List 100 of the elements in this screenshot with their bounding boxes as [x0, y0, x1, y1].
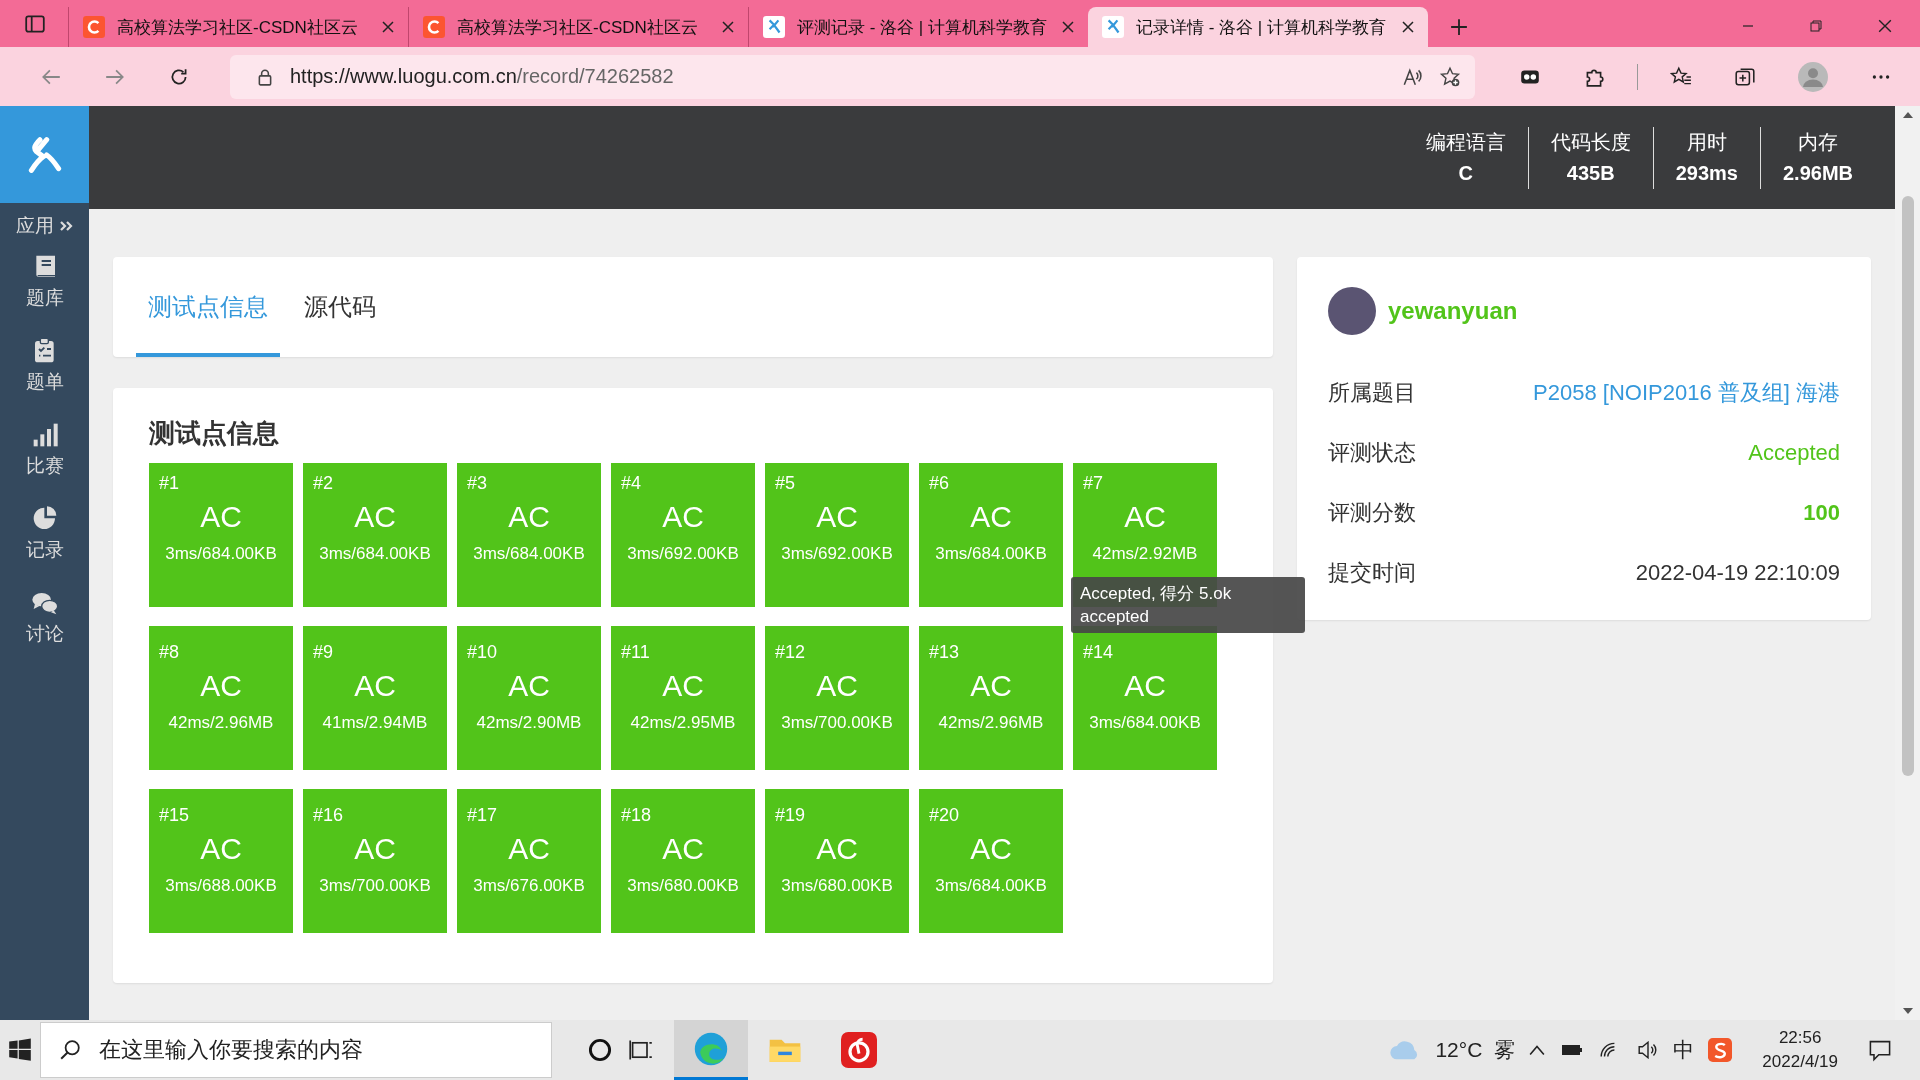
- browser-tab[interactable]: 记录详情 - 洛谷 | 计算机科学教育: [1088, 7, 1428, 47]
- testcase-tile[interactable]: #12 AC 3ms/700.00KB: [765, 626, 909, 770]
- testcase-status: AC: [661, 832, 705, 866]
- edge-browser-taskbar-icon[interactable]: [674, 1020, 748, 1080]
- restore-icon[interactable]: [1810, 20, 1822, 32]
- testcase-tile[interactable]: #1 AC 3ms/684.00KB: [149, 463, 293, 607]
- double-chevron-icon: [59, 220, 73, 232]
- testcase-status: AC: [661, 500, 705, 534]
- testcase-number: #8: [159, 642, 181, 663]
- testcase-number: #6: [929, 473, 951, 494]
- csdn-logo-icon: [423, 16, 445, 38]
- favorite-add-icon[interactable]: [1439, 65, 1461, 88]
- windows-start-icon[interactable]: [8, 1038, 32, 1062]
- testcase-tile[interactable]: #20 AC 3ms/684.00KB: [919, 789, 1063, 933]
- testcase-tile[interactable]: #15 AC 3ms/688.00KB: [149, 789, 293, 933]
- sidebar-item[interactable]: 题库: [25, 247, 64, 317]
- clock-date[interactable]: 2022/4/19: [1762, 1050, 1838, 1074]
- record-tab[interactable]: 源代码: [292, 291, 388, 357]
- scroll-down-icon[interactable]: [1902, 1008, 1913, 1014]
- testcase-status: AC: [507, 669, 551, 703]
- testcase-detail: 42ms/2.92MB: [1091, 544, 1199, 564]
- close-icon[interactable]: [1878, 19, 1892, 33]
- testcase-tile[interactable]: #18 AC 3ms/680.00KB: [611, 789, 755, 933]
- testcase-tile[interactable]: #19 AC 3ms/680.00KB: [765, 789, 909, 933]
- testcase-detail: 42ms/2.95MB: [629, 713, 737, 733]
- chevron-up-icon[interactable]: [1529, 1044, 1546, 1056]
- testcase-number: #13: [929, 642, 961, 663]
- testcase-number: #3: [467, 473, 489, 494]
- avatar[interactable]: [1328, 287, 1376, 335]
- testcase-number: #11: [621, 642, 651, 663]
- testcase-number: #17: [467, 805, 499, 826]
- testcase-tile[interactable]: #5 AC 3ms/692.00KB: [765, 463, 909, 607]
- testcase-number: #15: [159, 805, 191, 826]
- username-link[interactable]: yewanyuan: [1388, 297, 1518, 325]
- task-view-icon[interactable]: [628, 1038, 654, 1062]
- testcase-tile[interactable]: #3 AC 3ms/684.00KB: [457, 463, 601, 607]
- stat-value: 293ms: [1675, 160, 1738, 186]
- luogu-logo-icon: [27, 134, 62, 175]
- clock-time[interactable]: 22:56: [1778, 1026, 1822, 1050]
- notification-icon[interactable]: [1868, 1038, 1892, 1062]
- testcase-tile[interactable]: #2 AC 3ms/684.00KB: [303, 463, 447, 607]
- testcase-detail: 3ms/692.00KB: [626, 544, 740, 564]
- testcase-tile[interactable]: #11 AC 42ms/2.95MB: [611, 626, 755, 770]
- testcase-status: AC: [1123, 669, 1167, 703]
- logo-tile[interactable]: [0, 106, 89, 203]
- section-title: 测试点信息: [149, 417, 280, 450]
- tab-actions-icon[interactable]: [24, 13, 46, 35]
- testcase-detail: 3ms/684.00KB: [1088, 713, 1202, 733]
- new-tab-icon[interactable]: [1450, 18, 1468, 36]
- testcase-status: AC: [969, 500, 1013, 534]
- sidebar-item[interactable]: 记录: [25, 499, 64, 569]
- testcase-status: AC: [815, 669, 859, 703]
- testcase-detail: 42ms/2.96MB: [937, 713, 1045, 733]
- address-bar[interactable]: https://www.luogu.com.cn/record/74262582: [230, 54, 1475, 99]
- scrollbar[interactable]: [1895, 106, 1920, 1020]
- testcase-tile[interactable]: #9 AC 41ms/2.94MB: [303, 626, 447, 770]
- taskbar-search-field[interactable]: 在这里输入你要搜索的内容: [40, 1022, 552, 1078]
- stat-value: 2.96MB: [1782, 160, 1853, 186]
- testcase-detail: 3ms/680.00KB: [626, 876, 740, 896]
- testcase-number: #16: [313, 805, 345, 826]
- testcase-status: AC: [199, 832, 243, 866]
- scroll-up-icon[interactable]: [1902, 112, 1913, 118]
- temperature-text: 12°C: [1435, 1038, 1483, 1062]
- stat-value: 435B: [1566, 160, 1615, 186]
- testcase-status: AC: [969, 832, 1013, 866]
- sidebar-item[interactable]: 讨论: [25, 583, 64, 653]
- close-icon[interactable]: [1402, 21, 1414, 33]
- sidebar-item[interactable]: 题单: [25, 331, 64, 401]
- sidebar-item[interactable]: 比赛: [25, 415, 64, 485]
- testcase-number: #20: [929, 805, 961, 826]
- problem-link[interactable]: P2058 [NOIP2016 普及组] 海港: [1533, 378, 1840, 408]
- testcase-status: AC: [353, 832, 397, 866]
- testcase-tile[interactable]: #8 AC 42ms/2.96MB: [149, 626, 293, 770]
- testcase-tile[interactable]: #16 AC 3ms/700.00KB: [303, 789, 447, 933]
- scrollbar-thumb[interactable]: [1901, 196, 1914, 776]
- close-icon[interactable]: [382, 21, 394, 33]
- cortana-circle-icon[interactable]: [588, 1038, 612, 1062]
- close-icon[interactable]: [1062, 21, 1074, 33]
- testcase-detail: 3ms/684.00KB: [472, 544, 586, 564]
- record-tab[interactable]: 测试点信息: [136, 291, 280, 357]
- testcase-tile[interactable]: #10 AC 42ms/2.90MB: [457, 626, 601, 770]
- testcase-status: AC: [353, 669, 397, 703]
- csdn-logo-icon: [83, 16, 105, 38]
- testcase-number: #2: [313, 473, 335, 494]
- apps-menu[interactable]: 应用: [16, 213, 73, 239]
- testcase-detail: 3ms/692.00KB: [780, 544, 894, 564]
- stat-label: 编程语言: [1425, 129, 1506, 155]
- input-method-indicator[interactable]: 中: [1673, 1036, 1695, 1064]
- testcase-status: AC: [815, 832, 859, 866]
- sogou-ime-icon[interactable]: [1708, 1038, 1733, 1062]
- testcase-tile[interactable]: #13 AC 42ms/2.96MB: [919, 626, 1063, 770]
- testcase-tile[interactable]: #4 AC 3ms/692.00KB: [611, 463, 755, 607]
- testcase-tile[interactable]: #6 AC 3ms/684.00KB: [919, 463, 1063, 607]
- testcase-status: AC: [199, 500, 243, 534]
- testcase-tile[interactable]: #17 AC 3ms/676.00KB: [457, 789, 601, 933]
- testcase-number: #14: [1083, 642, 1115, 663]
- profile-avatar-icon[interactable]: [1798, 61, 1828, 92]
- close-icon[interactable]: [722, 21, 734, 33]
- battery-icon[interactable]: [1561, 1043, 1584, 1057]
- testcase-status: AC: [969, 669, 1013, 703]
